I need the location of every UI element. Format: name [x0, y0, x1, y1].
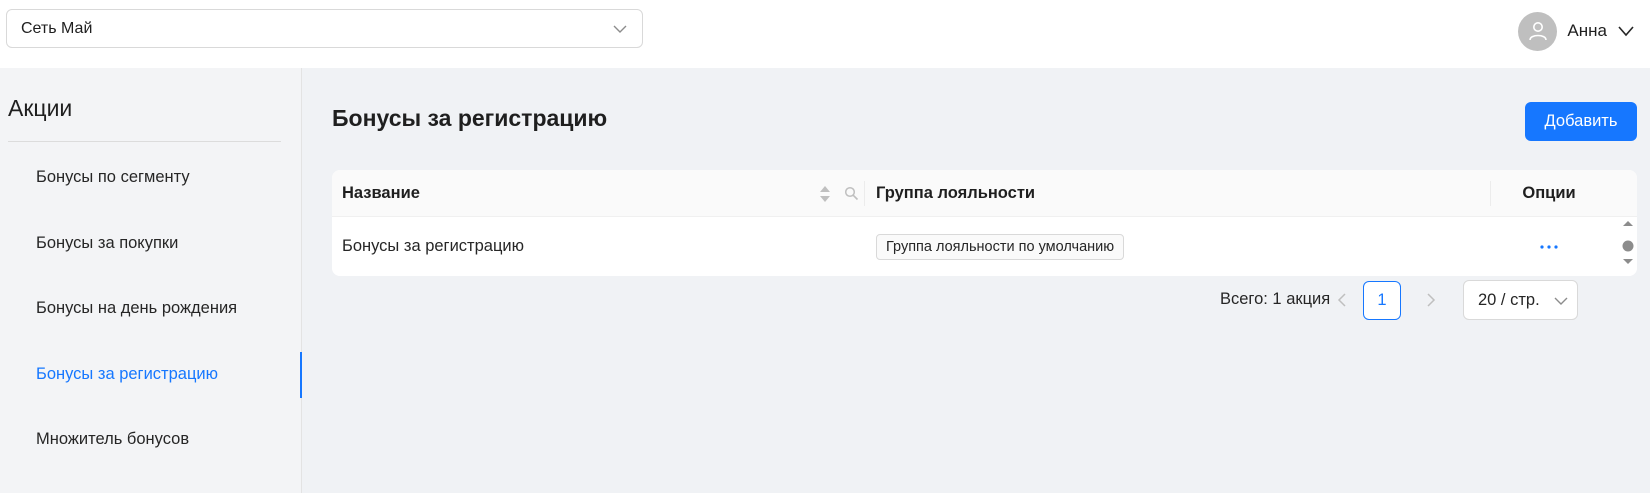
pagination: Всего: 1 акция 1 20 / стр.: [302, 280, 1650, 320]
more-icon[interactable]: [1538, 244, 1560, 250]
column-separator: [1490, 181, 1491, 206]
sidebar-item-registration-bonuses[interactable]: Бонусы за регистрацию: [0, 342, 303, 408]
table-row[interactable]: Бонусы за регистрацию Группа лояльности …: [332, 217, 1637, 276]
table-scrollbar[interactable]: [1619, 217, 1637, 276]
chevron-down-icon: [1618, 26, 1634, 37]
sidebar-item-purchase-bonuses[interactable]: Бонусы за покупки: [0, 211, 302, 277]
row-loyalty-group: Группа лояльности по умолчанию: [876, 217, 1125, 276]
search-icon[interactable]: [844, 186, 859, 201]
page-size-select[interactable]: 20 / стр.: [1463, 280, 1578, 320]
scroll-up-icon[interactable]: [1623, 221, 1633, 226]
network-select-value: Сеть Май: [21, 19, 93, 37]
column-header-options: Опции: [1522, 184, 1576, 202]
column-header-loyalty-group: Группа лояльности: [876, 184, 1036, 202]
page-number-current[interactable]: 1: [1363, 281, 1401, 320]
column-header-name: Название: [342, 184, 420, 202]
user-menu[interactable]: Анна: [1518, 11, 1635, 51]
user-name: Анна: [1567, 21, 1607, 40]
sort-icon[interactable]: [819, 184, 831, 204]
sidebar-divider: [8, 141, 281, 142]
sidebar-menu: Бонусы по сегменту Бонусы за покупки Бон…: [0, 145, 303, 473]
sidebar-title: Акции: [8, 95, 73, 121]
row-options: [1494, 217, 1604, 276]
promotions-table: Название Группа лояльности Опции Бонусы …: [332, 170, 1637, 276]
top-header: Сеть Май Анна: [0, 0, 1650, 68]
row-name: Бонусы за регистрацию: [342, 237, 524, 255]
chevron-left-icon[interactable]: [1332, 290, 1352, 310]
sidebar-item-bonus-multiplier[interactable]: Множитель бонусов: [0, 407, 302, 473]
loyalty-group-tag: Группа лояльности по умолчанию: [876, 233, 1125, 260]
main-content: Бонусы за регистрацию Добавить Название …: [302, 68, 1650, 493]
chevron-right-icon[interactable]: [1421, 290, 1441, 310]
chevron-down-icon: [613, 25, 627, 33]
page-title: Бонусы за регистрацию: [332, 105, 608, 131]
sidebar-item-birthday-bonuses[interactable]: Бонусы на день рождения: [0, 276, 302, 342]
add-button[interactable]: Добавить: [1525, 102, 1637, 141]
chevron-down-icon: [1554, 297, 1568, 305]
sidebar-item-segment-bonuses[interactable]: Бонусы по сегменту: [0, 145, 302, 211]
sidebar: Акции Бонусы по сегменту Бонусы за покуп…: [0, 68, 303, 493]
scroll-down-icon[interactable]: [1623, 259, 1633, 264]
page-size-value: 20 / стр.: [1478, 290, 1540, 309]
avatar: [1518, 11, 1558, 51]
user-icon: [1529, 22, 1547, 41]
column-separator: [864, 181, 865, 206]
pagination-total: Всего: 1 акция: [1220, 290, 1331, 308]
network-select[interactable]: Сеть Май: [6, 9, 643, 48]
table-header: Название Группа лояльности Опции: [332, 170, 1637, 217]
scroll-thumb[interactable]: [1622, 240, 1634, 252]
